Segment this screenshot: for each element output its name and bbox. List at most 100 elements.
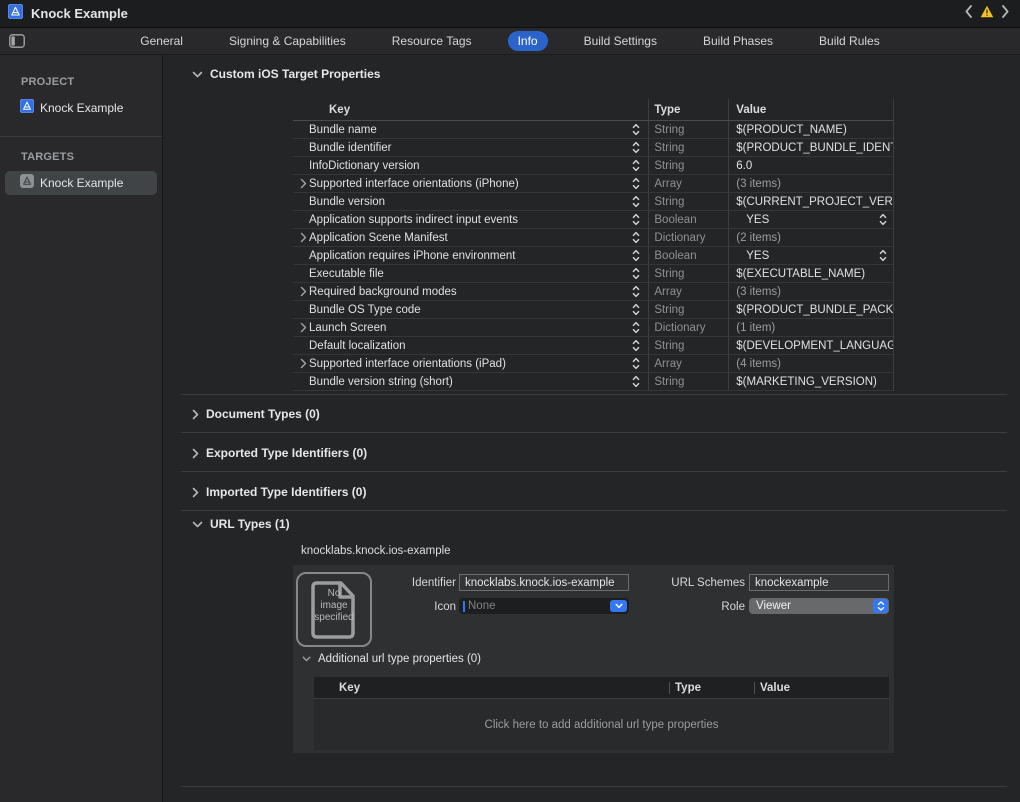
value-stepper-icon[interactable] <box>879 213 887 226</box>
property-value[interactable]: $(CURRENT_PROJECT_VERSION) <box>736 196 893 208</box>
disclosure-chevron-icon[interactable] <box>293 178 309 189</box>
property-key[interactable]: Application requires iPhone environment <box>309 250 515 262</box>
property-type[interactable]: Array <box>648 283 728 300</box>
property-type[interactable]: String <box>648 139 728 156</box>
table-row[interactable]: Supported interface orientations (iPad) … <box>293 355 893 373</box>
key-stepper-icon[interactable] <box>632 321 640 334</box>
warning-icon[interactable] <box>980 5 994 23</box>
tab-build-rules[interactable]: Build Rules <box>809 31 890 51</box>
additional-properties-header[interactable]: Additional url type properties (0) <box>302 653 481 665</box>
table-row[interactable]: Supported interface orientations (iPhone… <box>293 175 893 193</box>
tab-build-settings[interactable]: Build Settings <box>574 31 667 51</box>
section-custom-properties[interactable]: Custom iOS Target Properties <box>192 67 380 81</box>
property-key[interactable]: Application Scene Manifest <box>309 232 448 244</box>
property-key[interactable]: Supported interface orientations (iPhone… <box>309 178 519 190</box>
table-row[interactable]: Required background modes Array (3 items… <box>293 283 893 301</box>
back-button[interactable] <box>964 4 973 24</box>
key-stepper-icon[interactable] <box>632 159 640 172</box>
table-row[interactable]: Default localization String $(DEVELOPMEN… <box>293 337 893 355</box>
property-type[interactable]: String <box>648 373 728 390</box>
property-key[interactable]: Executable file <box>309 268 384 280</box>
property-value[interactable]: 6.0 <box>736 160 752 172</box>
table-row[interactable]: Application Scene Manifest Dictionary (2… <box>293 229 893 247</box>
property-type[interactable]: Boolean <box>648 211 728 228</box>
section-header[interactable]: Exported Type Identifiers (0) <box>192 446 1020 460</box>
key-stepper-icon[interactable] <box>632 141 640 154</box>
property-value[interactable]: (2 items) <box>736 232 781 244</box>
property-value[interactable]: (1 item) <box>736 322 775 334</box>
tab-info[interactable]: Info <box>508 31 548 51</box>
property-type[interactable]: String <box>648 301 728 318</box>
property-type[interactable]: String <box>648 193 728 210</box>
key-stepper-icon[interactable] <box>632 357 640 370</box>
empty-table-body[interactable]: Click here to add additional url type pr… <box>314 699 889 750</box>
property-value[interactable]: YES <box>746 214 769 226</box>
table-row[interactable]: Bundle name String $(PRODUCT_NAME) <box>293 121 893 139</box>
table-row[interactable]: Executable file String $(EXECUTABLE_NAME… <box>293 265 893 283</box>
tab-general[interactable]: General <box>130 31 193 51</box>
property-key[interactable]: Default localization <box>309 340 406 352</box>
property-type[interactable]: String <box>648 265 728 282</box>
property-value[interactable]: $(EXECUTABLE_NAME) <box>736 268 865 280</box>
disclosure-chevron-icon[interactable] <box>293 358 309 369</box>
key-stepper-icon[interactable] <box>632 195 640 208</box>
property-value[interactable]: $(MARKETING_VERSION) <box>736 376 877 388</box>
property-value[interactable]: $(PRODUCT_BUNDLE_IDENTIFIER) <box>736 142 893 154</box>
property-type[interactable]: Array <box>648 355 728 372</box>
property-type[interactable]: Array <box>648 175 728 192</box>
property-key[interactable]: Bundle identifier <box>309 142 391 154</box>
property-value[interactable]: (3 items) <box>736 286 781 298</box>
identifier-field[interactable]: knocklabs.knock.ios-example <box>459 574 629 591</box>
property-value[interactable]: (4 items) <box>736 358 781 370</box>
property-type[interactable]: Boolean <box>648 247 728 264</box>
forward-button[interactable] <box>1001 4 1010 24</box>
property-key[interactable]: Bundle name <box>309 124 377 136</box>
property-key[interactable]: Required background modes <box>309 286 457 298</box>
table-row[interactable]: Bundle version string (short) String $(M… <box>293 373 893 391</box>
section-header[interactable]: Document Types (0) <box>192 407 1020 421</box>
sidebar-item-project[interactable]: Knock Example <box>5 96 157 120</box>
table-row[interactable]: Application supports indirect input even… <box>293 211 893 229</box>
property-type[interactable]: Dictionary <box>648 319 728 336</box>
property-key[interactable]: InfoDictionary version <box>309 160 420 172</box>
disclosure-chevron-icon[interactable] <box>293 322 309 333</box>
tab-signing-capabilities[interactable]: Signing & Capabilities <box>219 31 356 51</box>
property-key[interactable]: Supported interface orientations (iPad) <box>309 358 506 370</box>
table-row[interactable]: Bundle identifier String $(PRODUCT_BUNDL… <box>293 139 893 157</box>
property-value[interactable]: $(DEVELOPMENT_LANGUAGE) <box>736 340 893 352</box>
value-stepper-icon[interactable] <box>879 249 887 262</box>
key-stepper-icon[interactable] <box>632 213 640 226</box>
property-key[interactable]: Bundle version string (short) <box>309 376 453 388</box>
table-row[interactable]: Launch Screen Dictionary (1 item) <box>293 319 893 337</box>
table-row[interactable]: Bundle version String $(CURRENT_PROJECT_… <box>293 193 893 211</box>
property-key[interactable]: Bundle version <box>309 196 385 208</box>
key-stepper-icon[interactable] <box>632 339 640 352</box>
key-stepper-icon[interactable] <box>632 123 640 136</box>
sidebar-item-target[interactable]: Knock Example <box>5 171 157 195</box>
property-value[interactable]: $(PRODUCT_NAME) <box>736 124 847 136</box>
key-stepper-icon[interactable] <box>632 249 640 262</box>
table-row[interactable]: Application requires iPhone environment … <box>293 247 893 265</box>
table-row[interactable]: Bundle OS Type code String $(PRODUCT_BUN… <box>293 301 893 319</box>
key-stepper-icon[interactable] <box>632 267 640 280</box>
navigator-toggle-icon[interactable] <box>9 34 25 53</box>
tab-build-phases[interactable]: Build Phases <box>693 31 783 51</box>
property-type[interactable]: Dictionary <box>648 229 728 246</box>
property-key[interactable]: Launch Screen <box>309 322 386 334</box>
url-schemes-field[interactable]: knockexample <box>749 574 889 591</box>
tab-resource-tags[interactable]: Resource Tags <box>382 31 482 51</box>
property-value[interactable]: YES <box>746 250 769 262</box>
property-type[interactable]: String <box>648 157 728 174</box>
property-key[interactable]: Bundle OS Type code <box>309 304 421 316</box>
key-stepper-icon[interactable] <box>632 375 640 388</box>
property-type[interactable]: String <box>648 337 728 354</box>
disclosure-chevron-icon[interactable] <box>293 232 309 243</box>
section-header[interactable]: Imported Type Identifiers (0) <box>192 485 1020 499</box>
key-stepper-icon[interactable] <box>632 231 640 244</box>
icon-combo-box[interactable]: None <box>459 598 629 614</box>
disclosure-chevron-icon[interactable] <box>293 286 309 297</box>
property-key[interactable]: Application supports indirect input even… <box>309 214 518 226</box>
section-url-types[interactable]: URL Types (1) <box>192 517 290 531</box>
table-row[interactable]: InfoDictionary version String 6.0 <box>293 157 893 175</box>
property-value[interactable]: $(PRODUCT_BUNDLE_PACKAGE_TYPE) <box>736 304 893 316</box>
